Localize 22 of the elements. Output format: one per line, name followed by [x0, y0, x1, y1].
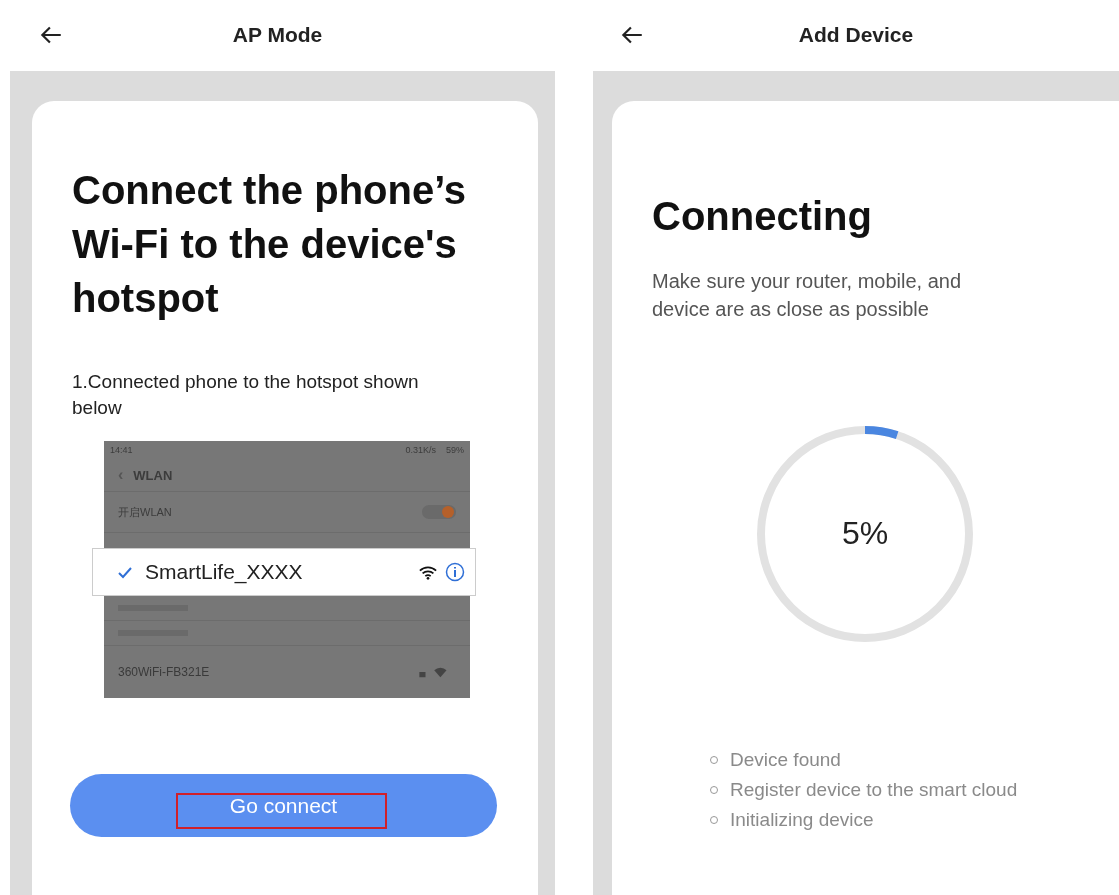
go-connect-button[interactable]: Go connect: [70, 774, 497, 837]
page-title: WLAN: [133, 467, 173, 483]
instruction-text: 1.Connected phone to the hotspot shown below: [72, 370, 420, 420]
screen-title: Add Device: [798, 22, 914, 47]
heading: Connect the phone’s Wi-Fi to the device's hotspot: [72, 167, 468, 322]
network-row[interactable]: 360WiFi-FB321E: [104, 646, 470, 698]
progress-percentage: 5%: [840, 515, 890, 552]
network-row[interactable]: SmartLife_XXXX: [92, 548, 476, 596]
step-label: Initializing device: [730, 808, 874, 832]
screen-title: AP Mode: [232, 22, 323, 47]
network-name: 360WiFi-FB321E: [118, 665, 210, 679]
step-label: Device found: [730, 748, 841, 772]
wifi-icon: [419, 564, 437, 580]
info-icon[interactable]: [445, 562, 465, 582]
network-speed: 0.31K/s: [405, 445, 436, 455]
description-text: Make sure your router, mobile, and device are as close as possible: [652, 269, 963, 322]
step-label: Register device to the smart cloud: [730, 778, 1018, 802]
network-name: SmartLife_XXXX: [145, 560, 304, 584]
heading: Connecting: [652, 193, 873, 240]
status-time: 14:41: [110, 445, 133, 455]
back-chevron-icon: ‹: [118, 466, 124, 484]
toggle-switch[interactable]: [422, 505, 456, 519]
